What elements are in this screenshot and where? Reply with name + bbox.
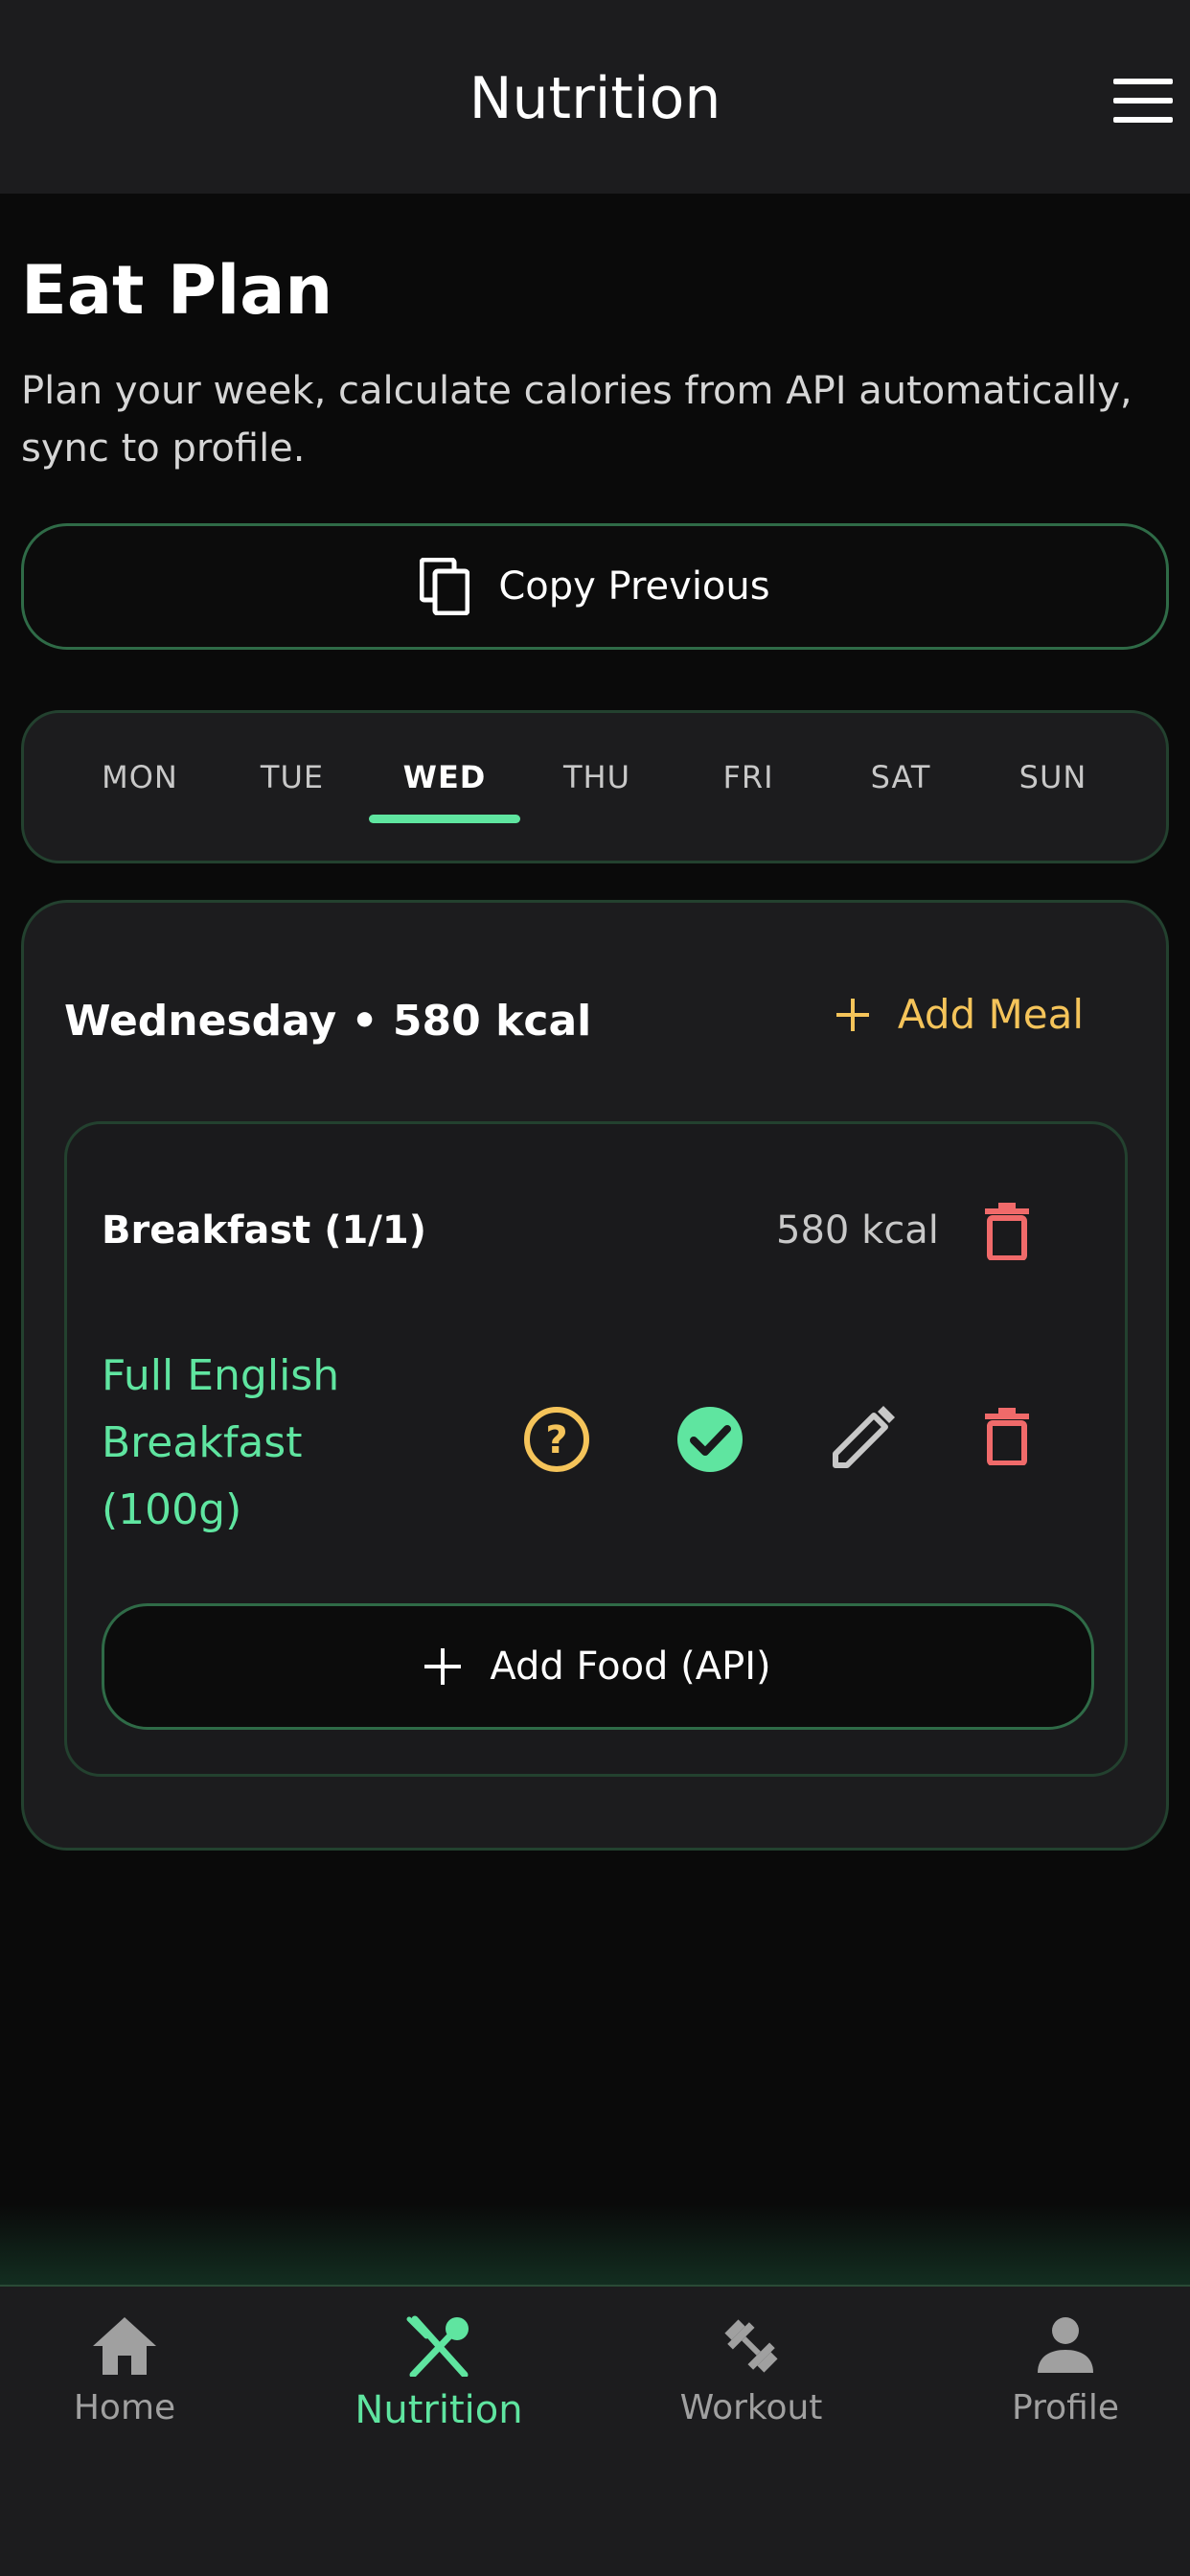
nav-home-label: Home <box>73 2388 176 2427</box>
meal-card: Breakfast (1/1) 580 kcal Full English Br… <box>64 1121 1128 1777</box>
trash-icon <box>985 1408 1029 1466</box>
page-subtitle: Plan your week, calculate calories from … <box>21 369 1133 471</box>
app-screen: Nutrition Eat Plan Plan your week, calcu… <box>0 0 1190 2576</box>
svg-text:?: ? <box>545 1418 567 1462</box>
top-bar: Nutrition <box>0 0 1190 194</box>
nav-profile[interactable]: Profile <box>941 2315 1190 2427</box>
nav-glow <box>0 2204 1190 2287</box>
tab-sun[interactable]: SUN <box>976 759 1130 795</box>
plus-icon <box>835 998 869 1031</box>
day-tabs: MON TUE WED THU FRI SAT SUN <box>21 710 1169 863</box>
food-item-name[interactable]: Full English Breakfast (100g) <box>102 1343 418 1544</box>
add-meal-label: Add Meal <box>897 991 1084 1038</box>
add-food-button[interactable]: Add Food (API) <box>102 1603 1094 1730</box>
copy-previous-button[interactable]: Copy Previous <box>21 523 1169 650</box>
pencil-icon <box>833 1406 895 1468</box>
add-food-label: Add Food (API) <box>490 1644 771 1689</box>
tab-thu[interactable]: THU <box>520 759 674 795</box>
day-plan-card: Wednesday • 580 kcal Add Meal Breakfast … <box>21 900 1169 1851</box>
nav-profile-label: Profile <box>1012 2388 1119 2427</box>
bottom-nav: Home Nutrition Workout Profile <box>0 2285 1190 2576</box>
tab-sat[interactable]: SAT <box>824 759 977 795</box>
nav-workout[interactable]: Workout <box>627 2315 876 2427</box>
dumbbell-icon <box>724 2319 778 2373</box>
day-summary: Wednesday • 580 kcal <box>64 997 592 1046</box>
page-title: Eat Plan <box>21 251 333 330</box>
food-confirm-button[interactable] <box>676 1406 744 1477</box>
add-meal-button[interactable]: Add Meal <box>835 991 1084 1038</box>
copy-previous-label: Copy Previous <box>498 564 770 609</box>
delete-meal-button[interactable] <box>985 1203 1029 1264</box>
tab-fri[interactable]: FRI <box>672 759 825 795</box>
tab-wed[interactable]: WED <box>368 759 521 795</box>
trash-icon <box>985 1203 1029 1261</box>
copy-icon <box>420 558 470 615</box>
help-circle-icon: ? <box>524 1407 589 1472</box>
menu-button[interactable] <box>1113 79 1173 123</box>
food-edit-button[interactable] <box>832 1406 895 1473</box>
hamburger-menu-icon <box>1113 79 1173 123</box>
home-icon <box>93 2317 156 2375</box>
nav-workout-label: Workout <box>679 2388 823 2427</box>
food-info-button[interactable]: ? <box>523 1406 590 1477</box>
nav-nutrition-label: Nutrition <box>355 2388 523 2432</box>
nav-home[interactable]: Home <box>0 2315 249 2427</box>
check-circle-icon <box>677 1407 743 1472</box>
tab-tue[interactable]: TUE <box>216 759 369 795</box>
tab-mon[interactable]: MON <box>63 759 217 795</box>
person-icon <box>1038 2317 1093 2373</box>
active-tab-indicator <box>369 815 520 823</box>
nav-nutrition[interactable]: Nutrition <box>314 2315 563 2432</box>
fork-spoon-icon <box>406 2315 469 2377</box>
meal-kcal: 580 kcal <box>776 1208 939 1253</box>
screen-title: Nutrition <box>469 65 721 132</box>
meal-title: Breakfast (1/1) <box>102 1208 427 1253</box>
plus-icon <box>424 1648 462 1685</box>
delete-food-button[interactable] <box>985 1408 1029 1469</box>
